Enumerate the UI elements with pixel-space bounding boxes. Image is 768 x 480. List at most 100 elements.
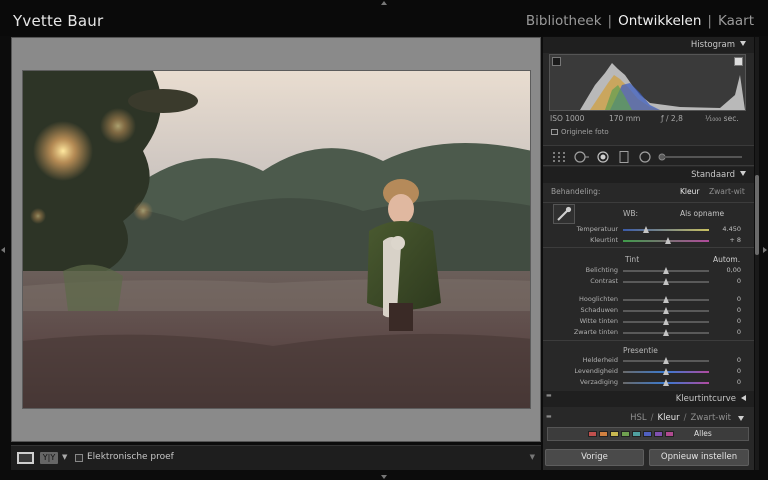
slider-label: Witte tinten bbox=[579, 317, 618, 325]
slider-thumb[interactable] bbox=[663, 267, 669, 274]
slider-thumb[interactable] bbox=[663, 278, 669, 285]
slider-value[interactable]: 0 bbox=[737, 295, 741, 303]
toolbar-content-caret-icon[interactable]: ▼ bbox=[530, 453, 535, 461]
tone-label: Tint bbox=[625, 255, 640, 264]
slider-value[interactable]: 0 bbox=[737, 378, 741, 386]
slider-thumb[interactable] bbox=[643, 226, 650, 233]
triangle-down-icon[interactable] bbox=[740, 41, 746, 46]
slider-track[interactable] bbox=[623, 229, 709, 231]
eyedropper-icon bbox=[557, 206, 572, 221]
brush-size-track[interactable] bbox=[664, 156, 742, 158]
treatment-color[interactable]: Kleur bbox=[680, 187, 699, 196]
slider-value[interactable]: 0 bbox=[737, 317, 741, 325]
slider-thumb[interactable] bbox=[664, 237, 671, 244]
treatment-bw[interactable]: Zwart-wit bbox=[709, 187, 745, 196]
divider bbox=[543, 340, 754, 341]
histogram[interactable] bbox=[549, 54, 746, 111]
tone-curve-header[interactable]: ▬ Kleurtintcurve bbox=[543, 391, 754, 407]
module-separator: | bbox=[707, 13, 712, 29]
histogram-header[interactable]: Histogram bbox=[543, 37, 754, 53]
radial-filter-icon[interactable] bbox=[639, 151, 651, 163]
triangle-left-icon[interactable] bbox=[741, 395, 746, 401]
tone-curve-title: Kleurtintcurve bbox=[675, 394, 736, 404]
collapse-filmstrip-icon[interactable] bbox=[381, 475, 387, 479]
slider-thumb[interactable] bbox=[663, 379, 669, 386]
soft-proof-checkbox[interactable] bbox=[75, 454, 83, 462]
wb-picker[interactable] bbox=[553, 204, 575, 224]
slider-thumb[interactable] bbox=[663, 329, 669, 336]
color-swatch[interactable] bbox=[588, 431, 597, 437]
reset-button[interactable]: Opnieuw instellen bbox=[649, 449, 749, 466]
color-swatch[interactable] bbox=[665, 431, 674, 437]
panel-toggle-icon[interactable]: ▬ bbox=[546, 414, 552, 420]
slider-value[interactable]: 0 bbox=[737, 306, 741, 314]
panel-toggle-icon[interactable]: ▬ bbox=[546, 393, 552, 399]
color-swatch[interactable] bbox=[643, 431, 652, 437]
spot-removal-icon[interactable] bbox=[573, 151, 589, 163]
collapse-right-panel-icon[interactable] bbox=[763, 247, 767, 253]
slider-value[interactable]: 4.450 bbox=[722, 225, 741, 233]
module-develop[interactable]: Ontwikkelen bbox=[618, 13, 701, 29]
highlight-clipping-indicator[interactable] bbox=[734, 57, 743, 66]
graduated-filter-icon[interactable] bbox=[619, 151, 629, 163]
toolbar: Y|Y ▼ Elektronische proef ▼ bbox=[11, 445, 541, 470]
photo[interactable] bbox=[22, 70, 531, 409]
view-options-caret-icon[interactable]: ▼ bbox=[62, 453, 67, 461]
before-after-view-button[interactable]: Y|Y bbox=[40, 452, 58, 464]
slider-label: Helderheid bbox=[582, 356, 618, 364]
color-swatch[interactable] bbox=[621, 431, 630, 437]
slider-value[interactable]: 0,00 bbox=[727, 266, 741, 274]
presence-label: Presentie bbox=[623, 346, 658, 355]
original-photo-label: Originele foto bbox=[561, 128, 609, 136]
divider bbox=[543, 247, 754, 248]
tab-hsl[interactable]: HSL bbox=[630, 413, 647, 423]
panel-scrollbar[interactable] bbox=[755, 37, 759, 470]
exif-focal-length: 170 mm bbox=[609, 114, 641, 123]
tab-bw[interactable]: Zwart-wit bbox=[690, 413, 731, 423]
slider-thumb[interactable] bbox=[663, 357, 669, 364]
previous-button[interactable]: Vorige bbox=[545, 449, 644, 466]
original-photo-indicator: Originele foto bbox=[551, 128, 609, 136]
tab-color[interactable]: Kleur bbox=[658, 413, 680, 423]
color-swatch[interactable] bbox=[610, 431, 619, 437]
slider-label: Verzadiging bbox=[579, 378, 618, 386]
module-library[interactable]: Bibliotheek bbox=[526, 13, 602, 29]
collapse-top-panel-icon[interactable] bbox=[381, 1, 387, 5]
slider-row: Temperatuur 4.450 bbox=[543, 225, 754, 235]
all-colors-button[interactable]: Alles bbox=[694, 429, 712, 438]
auto-tone-button[interactable]: Autom. bbox=[713, 255, 740, 264]
histogram-title: Histogram bbox=[690, 40, 735, 50]
slider-row: Levendigheid 0 bbox=[543, 367, 754, 377]
slider-value[interactable]: 0 bbox=[737, 277, 741, 285]
red-eye-icon[interactable] bbox=[597, 151, 609, 163]
color-swatch[interactable] bbox=[599, 431, 608, 437]
basic-panel-header[interactable]: Standaard bbox=[543, 167, 754, 183]
slider-thumb[interactable] bbox=[663, 368, 669, 375]
slider-thumb[interactable] bbox=[663, 307, 669, 314]
slider-value[interactable]: 0 bbox=[737, 356, 741, 364]
collapse-left-panel-icon[interactable] bbox=[1, 247, 5, 253]
top-bar: Yvette Baur Bibliotheek | Ontwikkelen | … bbox=[0, 0, 768, 36]
slider-value[interactable]: + 8 bbox=[729, 236, 741, 244]
wb-select[interactable]: Als opname bbox=[680, 209, 724, 218]
slider-row: Witte tinten 0 bbox=[543, 317, 754, 327]
slider-label: Hooglichten bbox=[579, 295, 618, 303]
crop-grid-icon[interactable] bbox=[552, 151, 566, 163]
slider-row: Hooglichten 0 bbox=[543, 295, 754, 305]
slider-thumb[interactable] bbox=[663, 296, 669, 303]
slider-value[interactable]: 0 bbox=[737, 367, 741, 375]
image-preview-area[interactable] bbox=[11, 37, 541, 442]
module-map[interactable]: Kaart bbox=[718, 13, 754, 29]
slider-label: Temperatuur bbox=[576, 225, 618, 233]
triangle-down-icon[interactable] bbox=[738, 416, 744, 421]
shadow-clipping-indicator[interactable] bbox=[552, 57, 561, 66]
slider-row: Belichting 0,00 bbox=[543, 266, 754, 276]
scrollbar-thumb[interactable] bbox=[755, 175, 759, 255]
color-swatch[interactable] bbox=[654, 431, 663, 437]
triangle-down-icon[interactable] bbox=[740, 171, 746, 176]
slider-thumb[interactable] bbox=[663, 318, 669, 325]
hsl-tabs: HSL / Kleur / Zwart-wit bbox=[630, 413, 744, 423]
loupe-view-button[interactable] bbox=[17, 452, 34, 464]
slider-value[interactable]: 0 bbox=[737, 328, 741, 336]
color-swatch[interactable] bbox=[632, 431, 641, 437]
